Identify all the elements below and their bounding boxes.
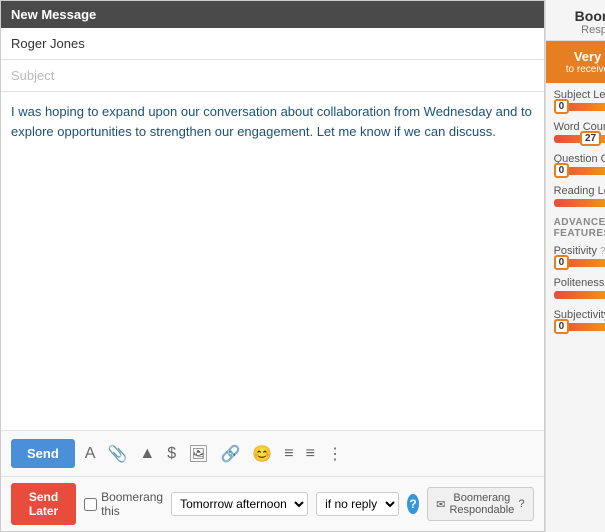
metric-subject-length: Subject Length ? 0 bbox=[554, 89, 605, 111]
sidebar-title: Boomerang bbox=[556, 8, 605, 24]
metric-subjectivity: Subjectivity ? 0 bbox=[554, 309, 605, 331]
outdent-icon[interactable]: ≡ bbox=[304, 443, 317, 465]
word-count-bar: 27 bbox=[554, 135, 605, 143]
new-message-title: New Message bbox=[11, 7, 96, 22]
attach-icon[interactable]: 📎 bbox=[105, 442, 129, 466]
indent-icon[interactable]: ≡ bbox=[282, 443, 295, 465]
app-container: New Message Roger Jones Subject I was ho… bbox=[0, 0, 605, 532]
subject-length-bar: 0 bbox=[554, 103, 605, 111]
subjectivity-badge: 0 bbox=[554, 319, 570, 334]
reply-select[interactable]: if no reply bbox=[316, 492, 399, 516]
boomerang-respondable-button[interactable]: ✉ Boomerang Respondable ? bbox=[427, 487, 534, 521]
metric-reading-level: Reading Level ? 11.9 bbox=[554, 185, 605, 207]
metric-politeness-label: Politeness ? bbox=[554, 277, 605, 289]
email-body[interactable]: I was hoping to expand upon our conversa… bbox=[1, 92, 544, 431]
sidebar-header: Boomerang Respondable bbox=[546, 0, 605, 41]
sidebar-subtitle: Respondable bbox=[556, 24, 605, 36]
subject-field[interactable]: Subject bbox=[1, 60, 544, 92]
send-button[interactable]: Send bbox=[11, 439, 75, 468]
metric-positivity: Positivity ? 0 bbox=[554, 245, 605, 267]
boomerang-checkbox-input[interactable] bbox=[84, 498, 97, 511]
emoji-icon[interactable]: 😊 bbox=[250, 442, 274, 466]
advanced-features-label: ADVANCED FEATURES bbox=[554, 217, 605, 239]
metric-reading-level-label: Reading Level ? bbox=[554, 185, 605, 197]
metric-positivity-help-icon[interactable]: ? bbox=[600, 246, 605, 257]
boomerang-info-button[interactable]: ? bbox=[407, 494, 419, 514]
reading-level-bar: 11.9 bbox=[554, 199, 605, 207]
metric-question-count: Question Count ? 0 bbox=[554, 153, 605, 175]
metric-word-count: Word Count ? 27 bbox=[554, 121, 605, 143]
subjectivity-bar: 0 bbox=[554, 323, 605, 331]
email-toolbar: Send A 📎 ▲ $ 🖼 🔗 😊 ≡ ≡ ⋮ bbox=[1, 431, 544, 477]
status-banner: Very unlikely to receive a response bbox=[546, 41, 605, 83]
status-main: Very unlikely bbox=[552, 49, 605, 64]
boomerang-checkbox-label[interactable]: Boomerang this bbox=[84, 490, 163, 518]
recipient-name: Roger Jones bbox=[11, 36, 85, 51]
drive-icon[interactable]: ▲ bbox=[137, 443, 157, 465]
question-count-badge: 0 bbox=[554, 163, 570, 178]
more-icon[interactable]: ⋮ bbox=[325, 442, 345, 466]
respondable-icon: ✉ bbox=[436, 498, 445, 511]
status-sub: to receive a response bbox=[552, 64, 605, 75]
format-text-icon[interactable]: A bbox=[83, 443, 98, 465]
link-icon[interactable]: 🔗 bbox=[218, 442, 242, 466]
send-later-button[interactable]: Send Later bbox=[11, 483, 76, 525]
metrics-section: Subject Length ? 0 Word Count ? 27 bbox=[546, 83, 605, 532]
image-icon[interactable]: 🖼 bbox=[186, 442, 210, 466]
metric-politeness: Politeness ? 65 bbox=[554, 277, 605, 299]
dollar-icon[interactable]: $ bbox=[165, 443, 178, 465]
body-text: I was hoping to expand upon our conversa… bbox=[11, 104, 532, 139]
advanced-section: ADVANCED FEATURES Positivity ? 0 Politen… bbox=[554, 217, 605, 331]
email-to-field: Roger Jones bbox=[1, 28, 544, 60]
sidebar: Boomerang Respondable Very unlikely to r… bbox=[545, 0, 605, 532]
email-footer: Send Later Boomerang this Tomorrow after… bbox=[1, 477, 544, 531]
positivity-bar: 0 bbox=[554, 259, 605, 267]
positivity-badge: 0 bbox=[554, 255, 570, 270]
question-count-bar: 0 bbox=[554, 167, 605, 175]
politeness-bar: 65 bbox=[554, 291, 605, 299]
boomerang-label: Boomerang this bbox=[101, 490, 163, 518]
time-select[interactable]: Tomorrow afternoon bbox=[171, 492, 308, 516]
subject-placeholder: Subject bbox=[11, 68, 54, 83]
email-header: New Message bbox=[1, 1, 544, 28]
email-panel: New Message Roger Jones Subject I was ho… bbox=[0, 0, 545, 532]
word-count-badge: 27 bbox=[580, 131, 601, 146]
respondable-help-icon: ? bbox=[518, 498, 524, 510]
subject-length-badge: 0 bbox=[554, 99, 570, 114]
respondable-label: Boomerang Respondable bbox=[449, 492, 514, 516]
